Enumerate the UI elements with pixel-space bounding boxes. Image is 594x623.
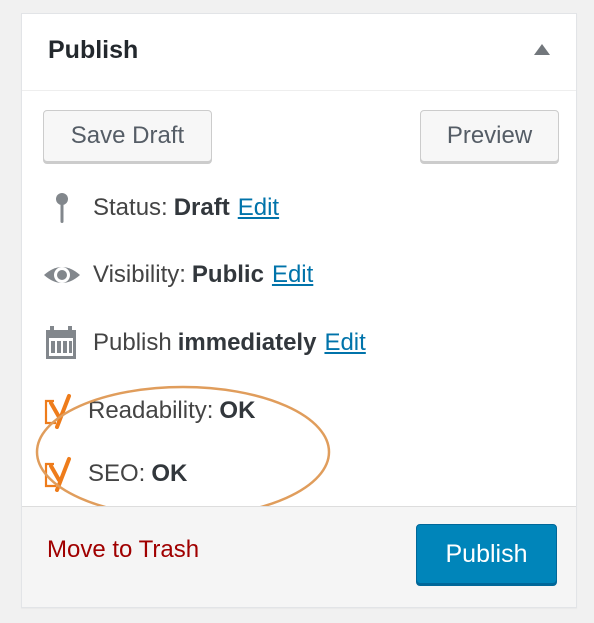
triangle-up-icon[interactable] bbox=[534, 44, 550, 55]
edit-visibility-link[interactable]: Edit bbox=[272, 261, 313, 289]
readability-row: Readability: OK bbox=[42, 393, 255, 429]
readability-value: OK bbox=[219, 397, 256, 424]
status-label: Status: bbox=[93, 194, 168, 221]
move-to-trash-link[interactable]: Move to Trash bbox=[47, 536, 199, 564]
schedule-label: Publish bbox=[93, 329, 172, 356]
seo-value: OK bbox=[151, 460, 188, 487]
seo-label: SEO: bbox=[88, 460, 146, 487]
panel-header[interactable]: Publish bbox=[22, 14, 576, 91]
publish-panel: Publish Save Draft Preview Status: Draft… bbox=[21, 13, 577, 608]
status-row: Status: Draft Edit bbox=[42, 190, 279, 226]
yoast-icon bbox=[42, 456, 82, 492]
readability-label: Readability: bbox=[88, 397, 214, 424]
schedule-row: Publish immediately Edit bbox=[42, 325, 366, 361]
schedule-value: immediately bbox=[177, 329, 317, 356]
save-draft-button[interactable]: Save Draft bbox=[43, 110, 212, 162]
eye-icon bbox=[42, 257, 82, 293]
pin-icon bbox=[42, 190, 82, 226]
panel-title: Publish bbox=[48, 36, 139, 64]
yoast-icon bbox=[42, 393, 82, 429]
panel-footer: Move to Trash Publish bbox=[22, 506, 576, 607]
edit-status-link[interactable]: Edit bbox=[238, 194, 279, 222]
visibility-row: Visibility: Public Edit bbox=[42, 257, 313, 293]
visibility-value: Public bbox=[191, 261, 264, 288]
calendar-icon bbox=[42, 325, 82, 361]
seo-row: SEO: OK bbox=[42, 456, 187, 492]
publish-button[interactable]: Publish bbox=[416, 524, 557, 584]
edit-schedule-link[interactable]: Edit bbox=[324, 329, 365, 357]
preview-button[interactable]: Preview bbox=[420, 110, 559, 162]
status-value: Draft bbox=[173, 194, 230, 221]
visibility-label: Visibility: bbox=[93, 261, 186, 288]
